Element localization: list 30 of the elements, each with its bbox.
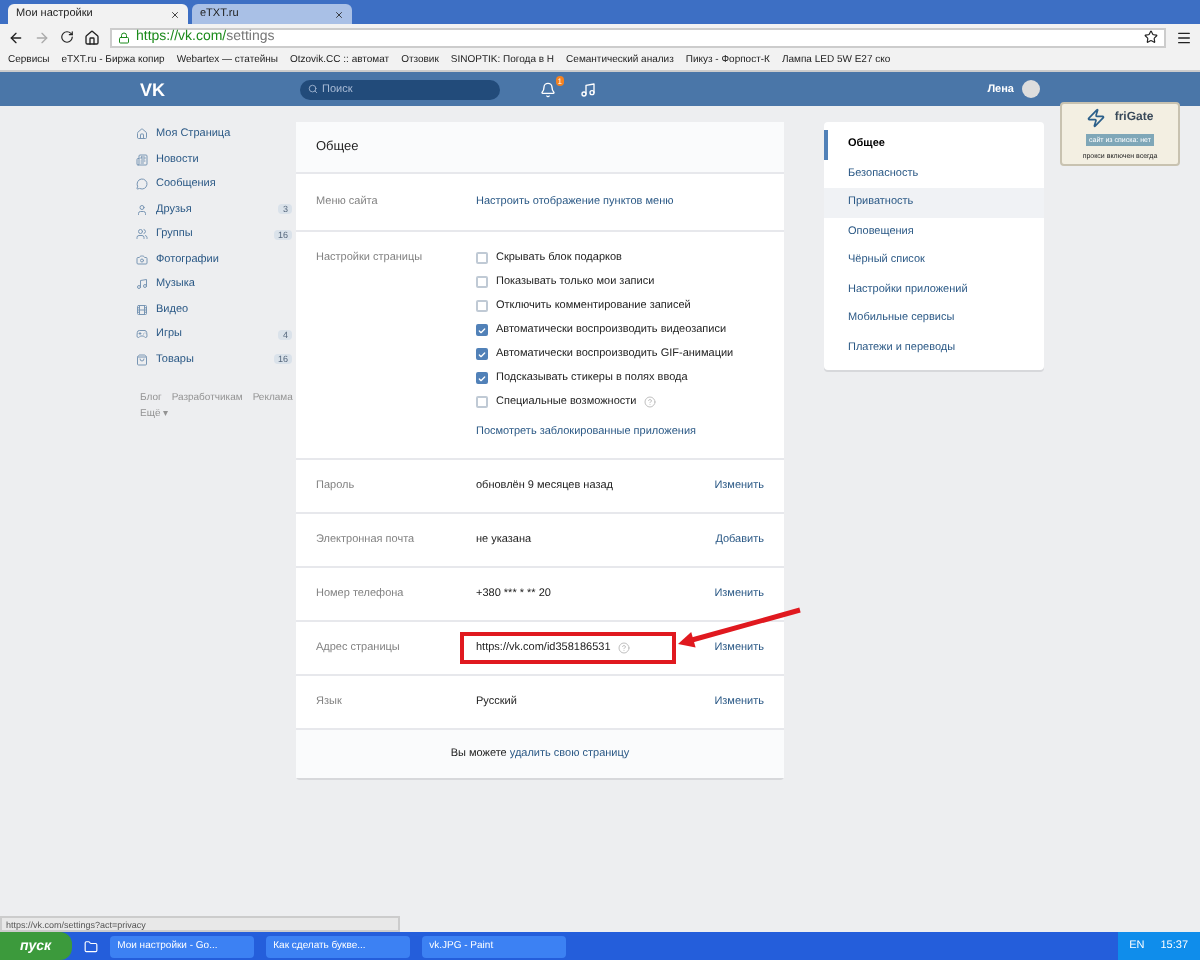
music-note-icon: [136, 278, 148, 291]
film-icon: [136, 303, 148, 316]
camera-icon: [136, 253, 148, 266]
checkbox[interactable]: [476, 252, 488, 264]
lock-icon: [118, 31, 130, 43]
checkbox[interactable]: [476, 300, 488, 312]
checkbox[interactable]: [476, 396, 488, 408]
people-icon: [136, 228, 148, 241]
bell-icon[interactable]: [540, 81, 556, 97]
checkbox[interactable]: [476, 348, 488, 360]
bag-icon: [136, 353, 148, 366]
gamepad-icon: [136, 328, 148, 341]
reload-icon[interactable]: [60, 30, 74, 44]
back-icon[interactable]: [8, 29, 24, 45]
menu-icon[interactable]: [1176, 29, 1192, 45]
lightning-icon: [1086, 108, 1107, 128]
checkbox[interactable]: [476, 276, 488, 288]
search-icon: [308, 84, 318, 94]
chat-bubble-icon: [136, 178, 148, 191]
star-icon[interactable]: [1144, 30, 1158, 44]
newspaper-icon: [136, 153, 148, 166]
checkbox[interactable]: [476, 372, 488, 384]
house-icon: [136, 128, 148, 141]
person-icon: [136, 203, 148, 216]
home-icon[interactable]: [84, 29, 100, 45]
avatar: [1022, 80, 1040, 98]
music-icon[interactable]: [580, 81, 596, 97]
checkbox[interactable]: [476, 324, 488, 336]
vk-logo: VK: [140, 79, 168, 99]
folder-icon[interactable]: [83, 939, 98, 953]
